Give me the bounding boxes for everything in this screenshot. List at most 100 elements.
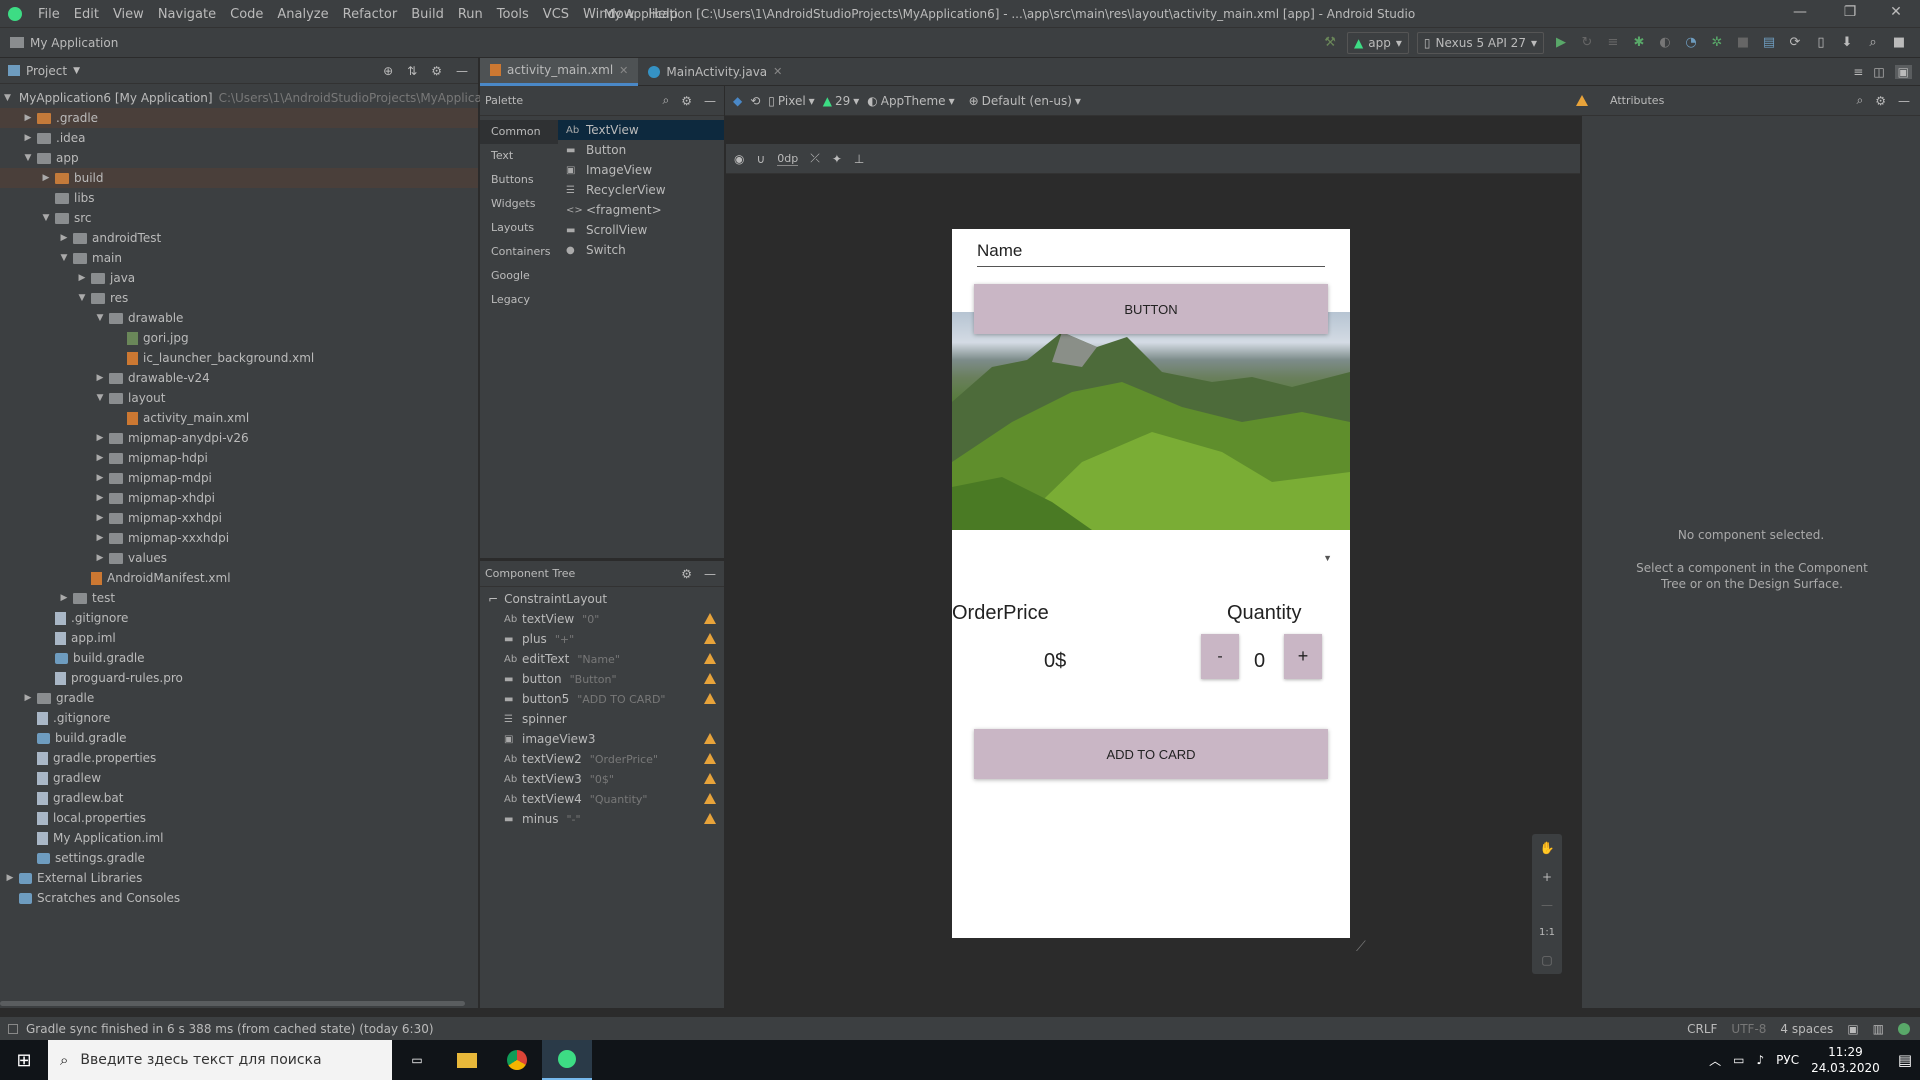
component-tree-item[interactable]: Ab textView "0" <box>480 609 724 629</box>
chevron-right-icon[interactable]: ▶ <box>40 173 52 183</box>
component-tree-item[interactable]: ☰ spinner <box>480 709 724 729</box>
menu-item-view[interactable]: View <box>106 7 151 22</box>
chevron-up-icon[interactable]: ︿ <box>1709 1052 1721 1069</box>
palette-item[interactable]: ▣ ImageView <box>558 160 724 180</box>
search-icon[interactable]: ⌕ <box>1857 93 1864 108</box>
add-to-card-button[interactable]: ADD TO CARD <box>974 729 1328 779</box>
menu-item-code[interactable]: Code <box>223 7 270 22</box>
code-view-icon[interactable]: ≡ <box>1853 65 1863 79</box>
task-view-icon[interactable]: ▭ <box>392 1053 442 1067</box>
avd-manager-icon[interactable]: ▯ <box>1813 35 1829 51</box>
tree-item[interactable]: libs <box>0 188 478 208</box>
component-tree-item[interactable]: ▬ minus "-" <box>480 809 724 829</box>
tree-item[interactable]: My Application.iml <box>0 828 478 848</box>
plus-button[interactable]: + <box>1284 634 1322 679</box>
tree-item[interactable]: build.gradle <box>0 728 478 748</box>
menu-item-vcs[interactable]: VCS <box>536 7 576 22</box>
maximize-button[interactable]: ❐ <box>1830 4 1870 20</box>
chevron-right-icon[interactable]: ▶ <box>94 493 106 503</box>
chevron-right-icon[interactable]: ▶ <box>94 553 106 563</box>
component-tree-item[interactable]: Ab textView2 "OrderPrice" <box>480 749 724 769</box>
warning-icon[interactable] <box>704 793 716 804</box>
minus-button[interactable]: - <box>1201 634 1239 679</box>
event-log-icon[interactable] <box>1898 1022 1910 1035</box>
tree-item[interactable]: local.properties <box>0 808 478 828</box>
menu-item-edit[interactable]: Edit <box>67 7 106 22</box>
component-tree-item[interactable]: Ab textView3 "0$" <box>480 769 724 789</box>
hide-panel-icon[interactable]: — <box>456 64 468 78</box>
tree-item[interactable]: gradlew.bat <box>0 788 478 808</box>
lock-icon[interactable]: ▣ <box>1847 1022 1858 1036</box>
chevron-right-icon[interactable]: ▶ <box>94 473 106 483</box>
taskbar-search[interactable]: ⌕ Введите здесь текст для поиска <box>48 1040 392 1080</box>
palette-category[interactable]: Buttons <box>480 168 558 192</box>
chevron-right-icon[interactable]: ▶ <box>94 433 106 443</box>
component-tree-item[interactable]: ▣ imageView3 <box>480 729 724 749</box>
tree-item[interactable]: proguard-rules.pro <box>0 668 478 688</box>
locale-dropdown[interactable]: ⊕ Default (en-us) ▾ <box>969 94 1081 108</box>
eye-icon[interactable]: ◉ <box>734 152 744 166</box>
project-view-dropdown[interactable]: Project <box>26 64 67 78</box>
rerun-icon[interactable]: ↻ <box>1579 35 1595 51</box>
tree-item[interactable]: Scratches and Consoles <box>0 888 478 908</box>
apply-changes-icon[interactable]: ≡ <box>1605 35 1621 51</box>
status-message[interactable]: Gradle sync finished in 6 s 388 ms (from… <box>26 1022 434 1036</box>
run-config-dropdown[interactable]: ▲ app ▾ <box>1347 31 1409 54</box>
android-studio-taskbar-icon[interactable] <box>542 1040 592 1080</box>
tree-item[interactable]: gradlew <box>0 768 478 788</box>
palette-item[interactable]: Ab TextView <box>558 120 724 140</box>
tree-item[interactable]: build.gradle <box>0 648 478 668</box>
run-icon[interactable]: ▶ <box>1553 35 1569 51</box>
warning-icon[interactable] <box>704 693 716 704</box>
chrome-icon[interactable] <box>492 1050 542 1070</box>
tree-item-constraint-layout[interactable]: ⌐ ConstraintLayout <box>480 589 724 609</box>
warning-icon[interactable] <box>1576 95 1588 106</box>
warning-icon[interactable] <box>704 653 716 664</box>
tree-item[interactable]: ▶ mipmap-anydpi-v26 <box>0 428 478 448</box>
status-toggle-icon[interactable] <box>8 1023 18 1034</box>
tab-main-activity[interactable]: MainActivity.java ✕ <box>638 58 792 86</box>
tree-item[interactable]: ▶ drawable-v24 <box>0 368 478 388</box>
split-view-icon[interactable]: ◫ <box>1873 65 1884 79</box>
warning-icon[interactable] <box>704 673 716 684</box>
tree-item[interactable]: ▶ test <box>0 588 478 608</box>
chevron-down-icon[interactable]: ▼ <box>40 213 52 223</box>
horizontal-scrollbar[interactable] <box>0 1001 465 1006</box>
warning-icon[interactable] <box>704 753 716 764</box>
close-icon[interactable]: ✕ <box>619 64 628 77</box>
theme-dropdown[interactable]: ◐ AppTheme ▾ <box>867 94 954 108</box>
network-icon[interactable]: ▭ <box>1733 1053 1744 1067</box>
palette-category[interactable]: Text <box>480 144 558 168</box>
tree-item[interactable]: ▼ drawable <box>0 308 478 328</box>
palette-category[interactable]: Widgets <box>480 192 558 216</box>
search-icon[interactable]: ⌕ <box>1865 35 1881 51</box>
palette-item[interactable]: ☰ RecyclerView <box>558 180 724 200</box>
tree-item[interactable]: ▶ mipmap-xxhdpi <box>0 508 478 528</box>
zoom-in-icon[interactable]: + <box>1542 870 1552 884</box>
name-edit-text[interactable]: Name <box>977 241 1325 267</box>
debug-icon[interactable]: ✱ <box>1631 35 1647 51</box>
tree-item[interactable]: ▶ .gradle <box>0 108 478 128</box>
inspector-icon[interactable]: ▥ <box>1873 1022 1884 1036</box>
warning-icon[interactable] <box>704 633 716 644</box>
component-tree-item[interactable]: ▬ plus "+" <box>480 629 724 649</box>
chevron-down-icon[interactable]: ▼ <box>73 66 80 76</box>
palette-category[interactable]: Containers <box>480 240 558 264</box>
design-view-icon[interactable]: ▣ <box>1894 64 1912 79</box>
menu-item-tools[interactable]: Tools <box>490 7 536 22</box>
palette-category[interactable]: Layouts <box>480 216 558 240</box>
locate-icon[interactable]: ⊕ <box>383 64 393 78</box>
component-tree-item[interactable]: ▬ button5 "ADD TO CARD" <box>480 689 724 709</box>
tree-item[interactable]: AndroidManifest.xml <box>0 568 478 588</box>
attach-debugger-icon[interactable]: ✲ <box>1709 35 1725 51</box>
chevron-right-icon[interactable]: ▶ <box>22 133 34 143</box>
menu-item-refactor[interactable]: Refactor <box>336 7 405 22</box>
warning-icon[interactable] <box>704 613 716 624</box>
palette-item[interactable]: ● Switch <box>558 240 724 260</box>
tree-item[interactable]: settings.gradle <box>0 848 478 868</box>
chevron-right-icon[interactable]: ▶ <box>22 693 34 703</box>
tree-item[interactable]: ic_launcher_background.xml <box>0 348 478 368</box>
chevron-right-icon[interactable]: ▶ <box>76 273 88 283</box>
collapse-all-icon[interactable]: ⇅ <box>407 64 417 78</box>
palette-item[interactable]: <> <fragment> <box>558 200 724 220</box>
